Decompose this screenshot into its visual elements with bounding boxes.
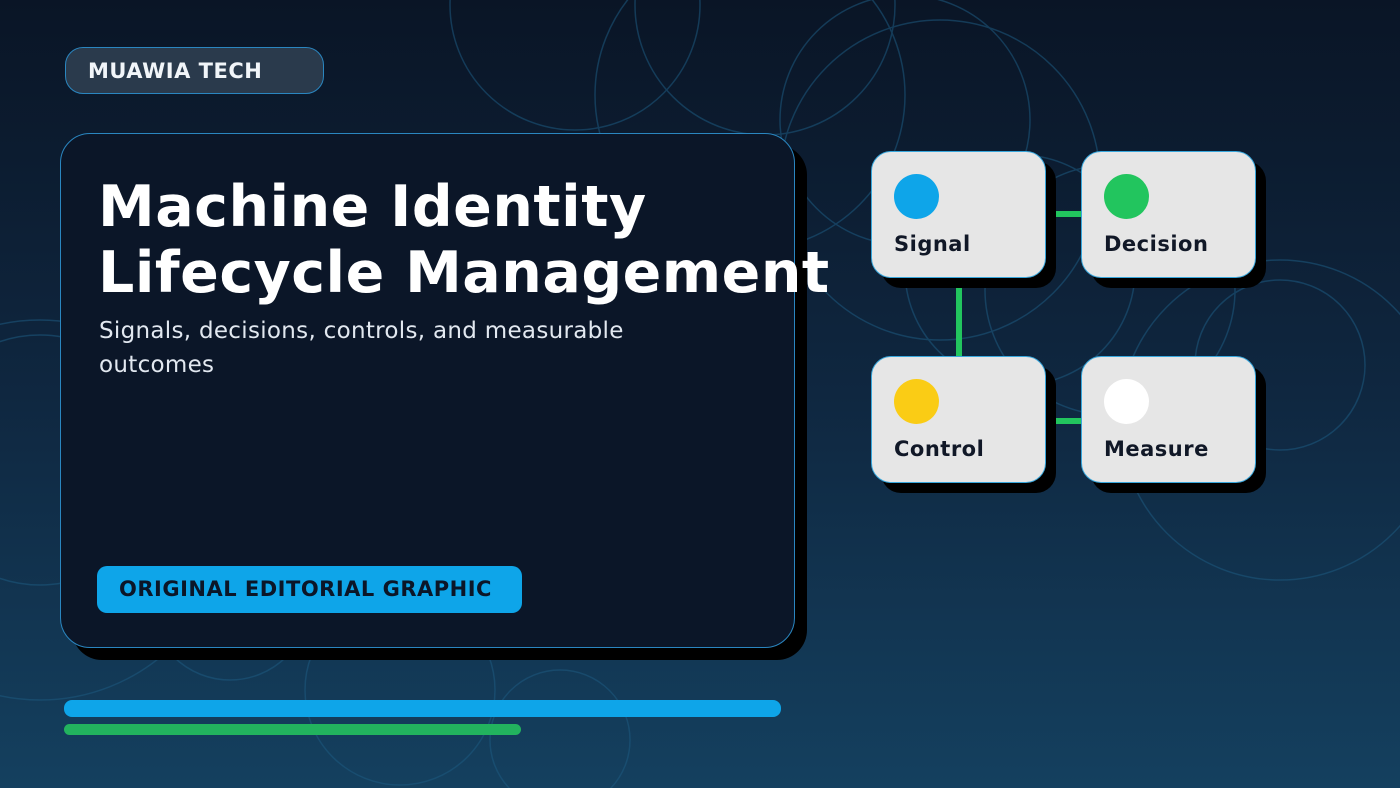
subtitle: Signals, decisions, controls, and measur… <box>99 318 624 378</box>
signal-dot-icon <box>894 174 939 219</box>
node-signal: Signal <box>871 151 1046 278</box>
decision-dot-icon <box>1104 174 1149 219</box>
node-measure: Measure <box>1081 356 1256 483</box>
node-label: Signal <box>894 232 971 256</box>
brand-badge: MUAWIA TECH <box>65 47 324 94</box>
node-control: Control <box>871 356 1046 483</box>
control-dot-icon <box>894 379 939 424</box>
editorial-tag-badge: ORIGINAL EDITORIAL GRAPHIC <box>97 566 522 613</box>
node-decision: Decision <box>1081 151 1256 278</box>
measure-dot-icon <box>1104 379 1149 424</box>
hero-card: Machine Identity Lifecycle Management Si… <box>60 133 829 648</box>
node-label: Control <box>894 437 985 461</box>
node-label: Measure <box>1104 437 1209 461</box>
accent-bar-blue <box>64 700 781 717</box>
accent-bar-green <box>64 724 521 735</box>
title-line-2: Lifecycle Management <box>98 240 830 306</box>
page-title: Machine Identity Lifecycle Management <box>98 174 830 306</box>
connector-signal-control <box>956 277 962 357</box>
connector-control-measure <box>1045 418 1081 424</box>
title-line-1: Machine Identity <box>98 174 647 240</box>
node-label: Decision <box>1104 232 1209 256</box>
connector-signal-decision <box>1045 211 1081 217</box>
